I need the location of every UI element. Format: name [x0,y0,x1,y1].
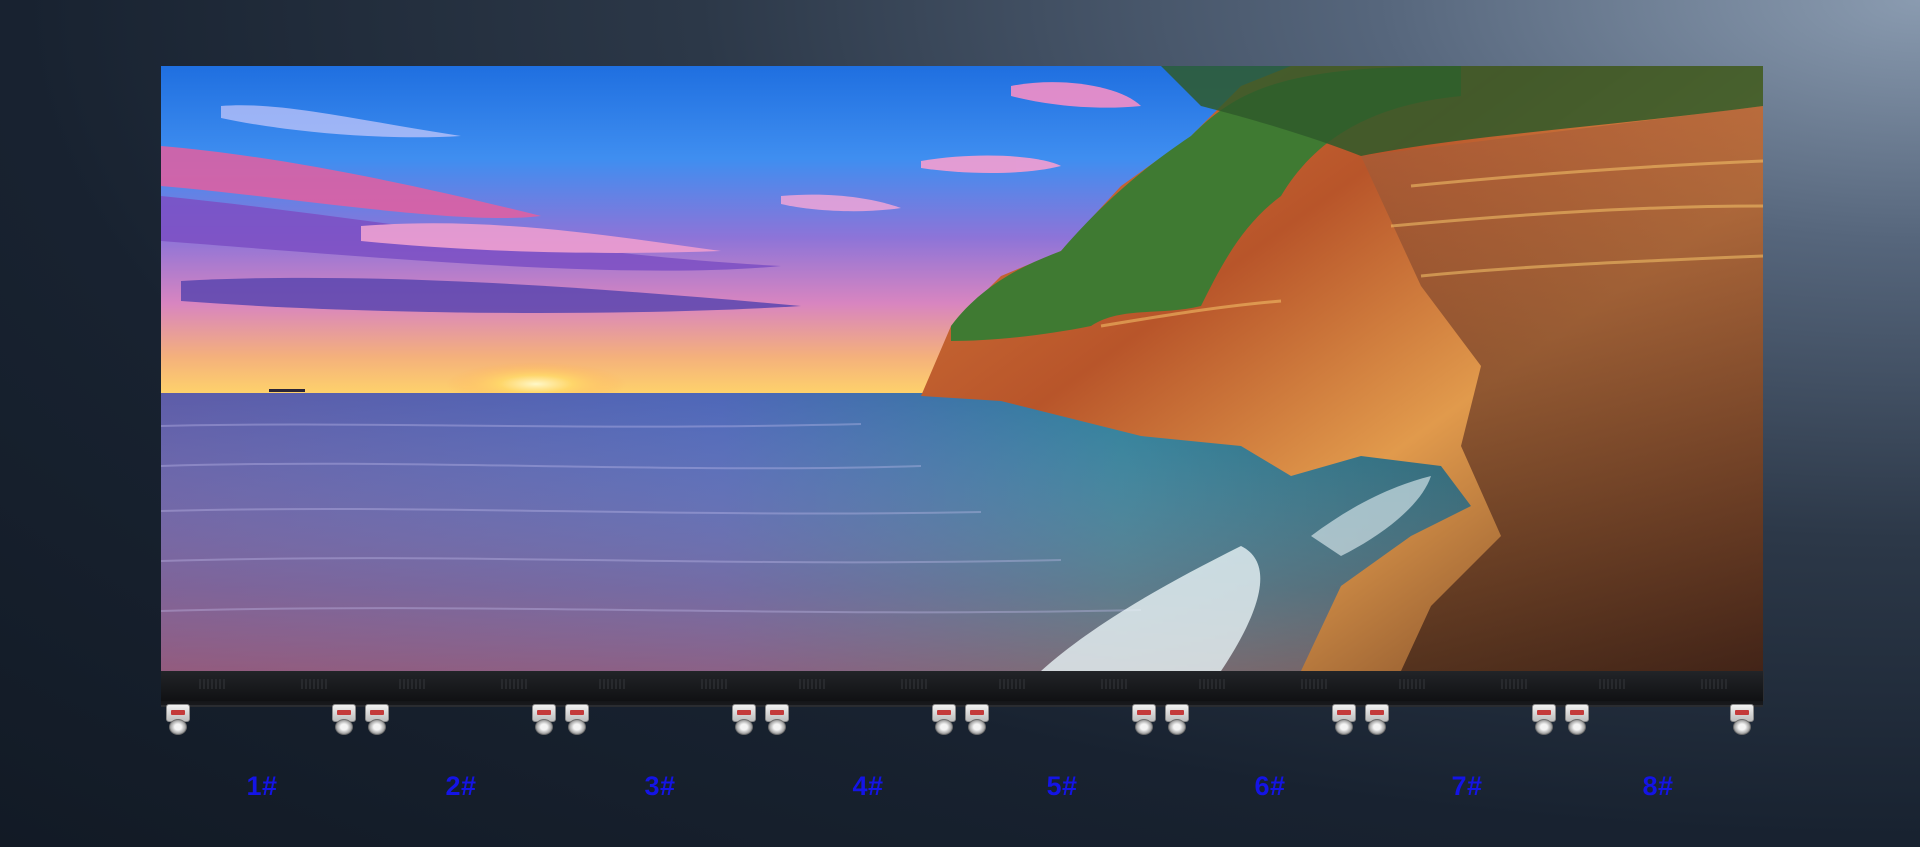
caster-wheel-icon [1562,704,1590,735]
cabinet-segment [361,671,562,701]
unit-label-8: 8# [1642,771,1674,801]
unit-label-1: 1# [246,771,278,801]
caster-wheel-icon [163,704,191,735]
caster-wheel-icon [962,704,990,735]
caster-wheel-icon [929,704,957,735]
caster-wheel-icon [1162,704,1190,735]
cabinet-segment [561,671,762,701]
cabinet-segment [1361,671,1562,701]
unit-label-3: 3# [644,771,676,801]
caster-wheel-icon [1529,704,1557,735]
caster-wheel-icon [529,704,557,735]
sunset-coast-image [161,66,1763,671]
cabinet-segment [761,671,962,701]
cabinet-segment [1161,671,1362,701]
caster-wheel-icon [1329,704,1357,735]
caster-wheel-icon [1362,704,1390,735]
caster-wheel-icon [562,704,590,735]
unit-label-7: 7# [1451,771,1483,801]
caster-wheel-icon [762,704,790,735]
caster-wheel-icon [729,704,757,735]
led-wall-diagram: 1# 2# 3# 4# 5# 6# 7# 8# [0,0,1920,847]
cabinet-segment [961,671,1162,701]
unit-label-6: 6# [1254,771,1286,801]
cabinet-segment [161,671,362,701]
led-video-wall-display [161,66,1763,671]
cabinet-segment [1561,671,1764,701]
unit-label-4: 4# [852,771,884,801]
caster-wheel-icon [1727,704,1755,735]
wall-bottom-frame [161,671,1764,707]
unit-label-5: 5# [1046,771,1078,801]
caster-wheel-icon [329,704,357,735]
caster-wheel-icon [1129,704,1157,735]
unit-label-2: 2# [445,771,477,801]
caster-wheel-icon [362,704,390,735]
